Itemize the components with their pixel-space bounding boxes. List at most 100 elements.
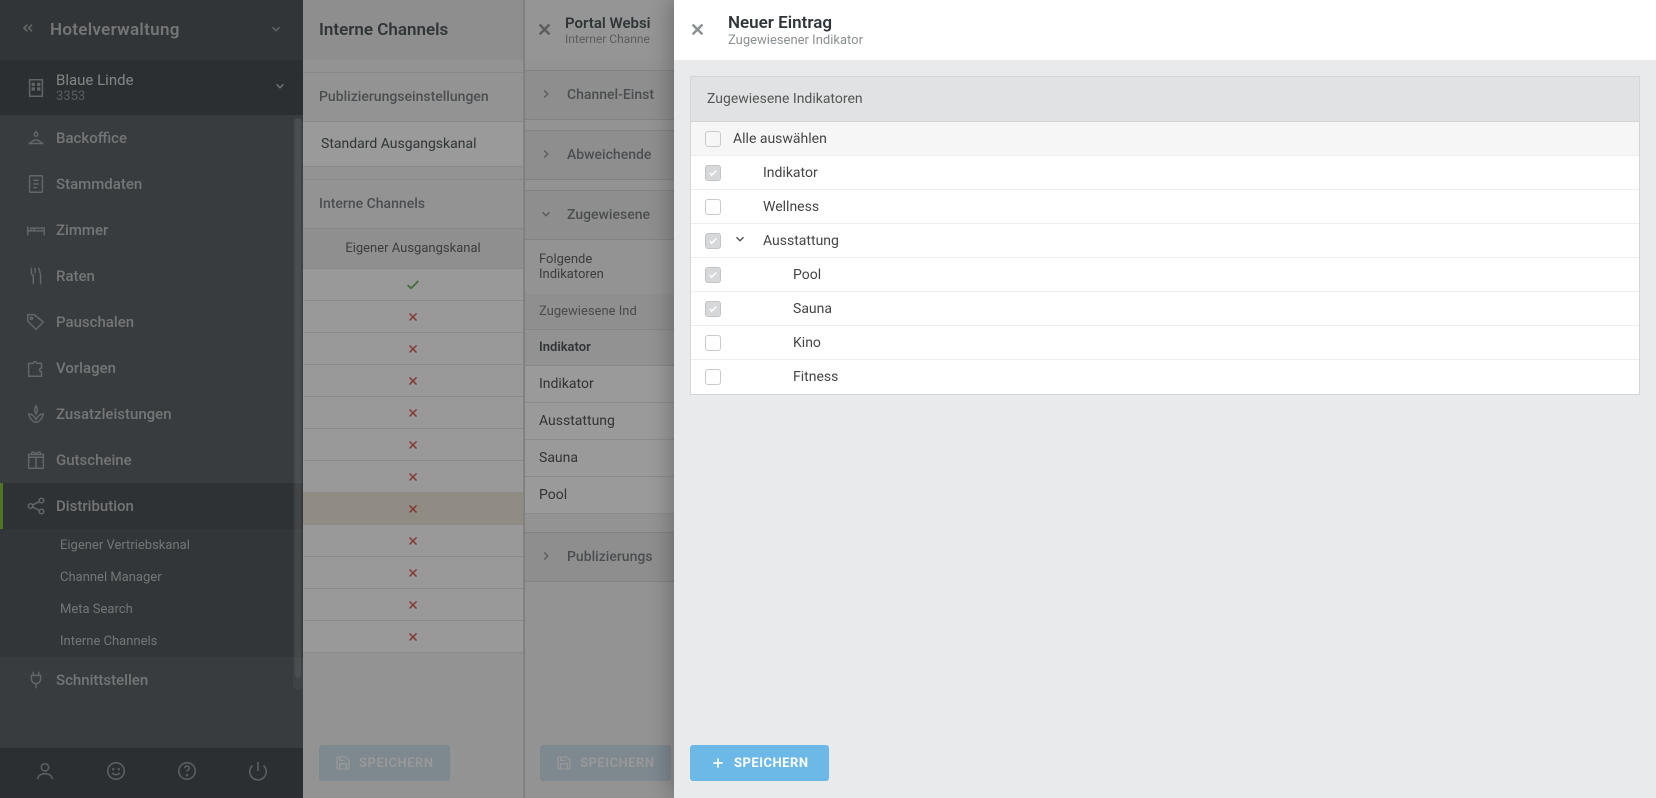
check-icon <box>405 277 421 293</box>
x-icon <box>406 342 420 356</box>
tag-icon <box>16 311 56 333</box>
nav-item-gutscheine[interactable]: Gutscheine <box>0 437 303 483</box>
x-icon <box>406 406 420 420</box>
checkbox[interactable] <box>705 301 721 317</box>
checkbox[interactable] <box>705 267 721 283</box>
checkbox[interactable] <box>705 233 721 249</box>
channel-status-row[interactable] <box>303 493 523 525</box>
hotel-dropdown-icon <box>273 78 287 97</box>
puzzle-icon <box>16 357 56 379</box>
subnav-item[interactable]: Eigener Vertriebskanal <box>0 529 303 561</box>
indicator-row[interactable]: Sauna <box>525 440 674 477</box>
nav-item-schnittstellen[interactable]: Schnittstellen <box>0 657 303 703</box>
nav-item-zimmer[interactable]: Zimmer <box>0 207 303 253</box>
chevron-down-icon[interactable] <box>733 231 751 250</box>
indicator-checklist: Alle auswählen IndikatorWellnessAusstatt… <box>690 122 1640 395</box>
nav-item-pauschalen[interactable]: Pauschalen <box>0 299 303 345</box>
indicator-check-row[interactable]: Kino <box>691 326 1639 360</box>
x-icon <box>406 566 420 580</box>
save-label: SPEICHERN <box>734 756 809 771</box>
channel-status-row[interactable] <box>303 397 523 429</box>
indicator-row[interactable]: Ausstattung <box>525 403 674 440</box>
select-all-row[interactable]: Alle auswählen <box>691 122 1639 156</box>
plug-icon <box>16 669 56 691</box>
nav-label: Stammdaten <box>56 175 142 193</box>
panel2-save-button[interactable]: SPEICHERN <box>540 745 671 781</box>
channel-status-row[interactable] <box>303 301 523 333</box>
select-all-checkbox[interactable] <box>705 131 721 147</box>
nav-label: Backoffice <box>56 129 127 147</box>
channel-status-row[interactable] <box>303 557 523 589</box>
modal-save-button[interactable]: SPEICHERN <box>690 745 829 781</box>
chevron-icon <box>539 146 553 165</box>
panel1-save-button[interactable]: SPEICHERN <box>319 745 450 781</box>
hotel-name: Blaue Linde <box>56 71 273 89</box>
panel2-title: Portal Websi <box>565 14 651 32</box>
indicator-check-row[interactable]: Pool <box>691 258 1639 292</box>
modal-title: Neuer Eintrag <box>728 13 1640 33</box>
channel-status-row[interactable] <box>303 429 523 461</box>
building-icon <box>16 77 56 99</box>
indicator-check-row[interactable]: Ausstattung <box>691 224 1639 258</box>
accordion-section[interactable]: Channel-Einst <box>525 70 674 120</box>
channel-status-row[interactable] <box>303 589 523 621</box>
nav-item-vorlagen[interactable]: Vorlagen <box>0 345 303 391</box>
x-icon <box>406 534 420 548</box>
save-label: SPEICHERN <box>359 756 434 771</box>
user-icon[interactable] <box>34 760 56 786</box>
indicator-row[interactable]: Pool <box>525 477 674 514</box>
indicator-row[interactable]: Indikator <box>525 366 674 403</box>
hotel-selector[interactable]: Blaue Linde 3353 <box>0 60 303 115</box>
accordion-section[interactable]: Abweichende <box>525 130 674 180</box>
sidebar-header: Hotelverwaltung <box>0 0 303 60</box>
section-publish-settings: Publizierungseinstellungen <box>303 72 523 122</box>
select-all-label: Alle auswählen <box>733 131 827 147</box>
panel2-close-icon[interactable]: ✕ <box>537 20 565 41</box>
nav-item-raten[interactable]: Raten <box>0 253 303 299</box>
standard-output-channel[interactable]: Standard Ausgangskanal <box>303 122 523 167</box>
subnav-item[interactable]: Interne Channels <box>0 625 303 657</box>
share-icon <box>16 495 56 517</box>
subnav-item[interactable]: Channel Manager <box>0 561 303 593</box>
indicator-check-row[interactable]: Indikator <box>691 156 1639 190</box>
checkbox[interactable] <box>705 199 721 215</box>
checkbox[interactable] <box>705 165 721 181</box>
power-icon[interactable] <box>247 760 269 786</box>
channel-status-row[interactable] <box>303 621 523 653</box>
spa-icon <box>16 403 56 425</box>
nav-item-stammdaten[interactable]: Stammdaten <box>0 161 303 207</box>
channel-status-row[interactable] <box>303 269 523 301</box>
indicator-label: Kino <box>793 335 821 351</box>
back-icon[interactable] <box>20 20 50 40</box>
app-dropdown-icon[interactable] <box>269 21 283 40</box>
accordion-label: Abweichende <box>567 147 651 163</box>
channel-status-row[interactable] <box>303 525 523 557</box>
smile-icon[interactable] <box>105 760 127 786</box>
panel1-title: Interne Channels <box>303 0 523 60</box>
indicator-check-row[interactable]: Fitness <box>691 360 1639 394</box>
checkbox[interactable] <box>705 335 721 351</box>
app-title: Hotelverwaltung <box>50 20 269 40</box>
modal-close-icon[interactable]: ✕ <box>690 20 728 41</box>
nav-label: Zimmer <box>56 221 108 239</box>
indicator-check-row[interactable]: Wellness <box>691 190 1639 224</box>
checkbox[interactable] <box>705 369 721 385</box>
nav-item-distribution[interactable]: Distribution <box>0 483 303 529</box>
channel-status-row[interactable] <box>303 365 523 397</box>
accordion-section[interactable]: Publizierungs <box>525 532 674 582</box>
help-icon[interactable] <box>176 760 198 786</box>
sidebar-scrollbar[interactable] <box>293 118 303 690</box>
indicator-check-row[interactable]: Sauna <box>691 292 1639 326</box>
nav-label: Raten <box>56 267 95 285</box>
subnav-item[interactable]: Meta Search <box>0 593 303 625</box>
channel-status-row[interactable] <box>303 461 523 493</box>
hotel-id: 3353 <box>56 89 273 104</box>
chevron-icon <box>539 86 553 105</box>
nav-item-backoffice[interactable]: Backoffice <box>0 115 303 161</box>
nav-item-zusatzleistungen[interactable]: Zusatzleistungen <box>0 391 303 437</box>
section-internal-channels: Interne Channels <box>303 179 523 229</box>
channel-status-row[interactable] <box>303 333 523 365</box>
x-icon <box>406 310 420 324</box>
x-icon <box>406 502 420 516</box>
accordion-section[interactable]: Zugewiesene <box>525 190 674 240</box>
